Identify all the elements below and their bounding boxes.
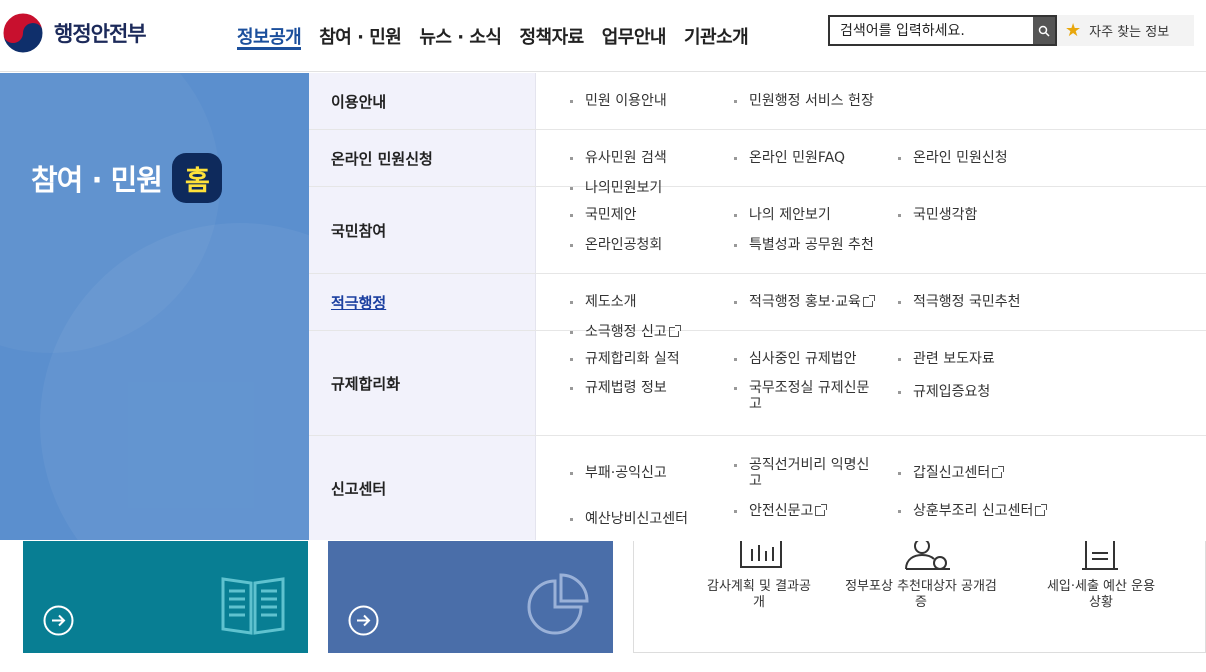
menu-link[interactable]: 민원행정 서비스 헌장 [734, 93, 934, 109]
award-person-icon [905, 541, 950, 570]
menu-items: 국민제안 나의 제안보기 국민생각함 온라인공청회 특별성과 공무원 추천 [536, 187, 1206, 273]
home-badge[interactable]: 홈 [171, 153, 222, 203]
menu-category[interactable]: 이용안내 [309, 73, 536, 129]
document-icon [1082, 541, 1118, 570]
menu-link[interactable]: 규제법령 정보 [570, 380, 734, 412]
pie-chart-icon [527, 573, 589, 635]
external-link-icon [815, 504, 828, 516]
site-header: 행정안전부 정보공개 참여 · 민원 뉴스 · 소식 정책자료 업무안내 기관소… [0, 0, 1206, 72]
menu-link[interactable]: 국무조정실 규제신문고 [734, 380, 879, 412]
nav-business[interactable]: 업무안내 [593, 0, 675, 72]
arrow-right-circle-icon [348, 605, 379, 636]
external-link-icon [1035, 504, 1048, 516]
menu-row: 온라인 민원신청 유사민원 검색 온라인 민원FAQ 온라인 민원신청 나의민원… [309, 130, 1206, 196]
star-icon: ★ [1065, 19, 1082, 41]
nav-about[interactable]: 기관소개 [675, 0, 757, 72]
favorites-button[interactable]: ★ 자주 찾는 정보 [1057, 15, 1194, 46]
search-icon [1038, 25, 1050, 37]
menu-link[interactable]: 온라인공청회 [570, 237, 734, 253]
menu-link[interactable]: 적극행정 국민추천 [898, 294, 1062, 310]
menu-category-active[interactable]: 적극행정 [309, 274, 536, 330]
menu-link[interactable]: 유사민원 검색 [570, 150, 734, 166]
menu-link[interactable]: 관련 보도자료 [898, 351, 1062, 367]
external-link-icon [862, 295, 875, 307]
menu-link[interactable]: 갑질신고센터 [898, 465, 1062, 489]
menu-link[interactable]: 규제입증요청 [898, 384, 1062, 412]
nav-participation[interactable]: 참여 · 민원 [310, 0, 410, 72]
mega-menu: 참여 · 민원 홈 이용안내 민원 이용안내 민원행정 서비스 헌장 온라인 민… [0, 73, 1206, 540]
menu-link[interactable]: 심사중인 규제법안 [734, 351, 898, 367]
menu-row: 신고센터 부패·공익신고 공직선거비리 익명신고 갑질신고센터 예산낭비신고센터… [309, 436, 1206, 540]
presentation-icon [740, 541, 782, 568]
menu-link[interactable]: 공직선거비리 익명신고 [734, 457, 879, 489]
menu-link[interactable]: 국민제안 [570, 207, 734, 223]
quick-link-label: 정부포상 추천대상자 공개검증 [845, 579, 997, 610]
menu-items: 규제합리화 실적 심사중인 규제법안 관련 보도자료 규제법령 정보 국무조정실… [536, 331, 1206, 435]
menu-items: 부패·공익신고 공직선거비리 익명신고 갑질신고센터 예산낭비신고센터 안전신문… [536, 436, 1206, 540]
menu-link[interactable]: 적극행정 홍보·교육 [734, 294, 898, 310]
mega-menu-links: 이용안내 민원 이용안내 민원행정 서비스 헌장 온라인 민원신청 유사민원 검… [309, 73, 1206, 540]
nav-info-disclosure[interactable]: 정보공개 [228, 0, 310, 72]
menu-link[interactable]: 국민생각함 [898, 207, 1062, 223]
menu-link[interactable]: 부패·공익신고 [570, 465, 734, 489]
quick-links: 감사계획 및 결과공개 정부포상 추천대상자 공개검증 세입·세출 예산 운용상… [633, 541, 1206, 653]
taegeuk-emblem-icon [2, 12, 44, 54]
mega-menu-title-text: 참여 · 민원 [31, 163, 163, 197]
menu-category[interactable]: 국민참여 [309, 187, 536, 273]
nav-news[interactable]: 뉴스 · 소식 [410, 0, 510, 72]
favorites-label: 자주 찾는 정보 [1089, 25, 1170, 40]
menu-row: 적극행정 제도소개 적극행정 홍보·교육 적극행정 국민추천 소극행정 신고 [309, 274, 1206, 340]
promo-card-pie-chart[interactable] [328, 541, 613, 653]
menu-link[interactable]: 온라인 민원FAQ [734, 150, 898, 166]
menu-link[interactable]: 온라인 민원신청 [898, 150, 1062, 166]
menu-link[interactable]: 규제합리화 실적 [570, 351, 734, 367]
nav-policy[interactable]: 정책자료 [511, 0, 593, 72]
menu-row: 규제합리화 규제합리화 실적 심사중인 규제법안 관련 보도자료 규제법령 정보… [309, 331, 1206, 436]
menu-link[interactable]: 제도소개 [570, 294, 734, 310]
menu-row: 국민참여 국민제안 나의 제안보기 국민생각함 온라인공청회 특별성과 공무원 … [309, 187, 1206, 274]
menu-category[interactable]: 온라인 민원신청 [309, 130, 536, 186]
logo-text: 행정안전부 [54, 22, 147, 46]
open-book-icon [221, 577, 285, 635]
menu-items: 제도소개 적극행정 홍보·교육 적극행정 국민추천 소극행정 신고 [536, 274, 1206, 340]
search-box [828, 15, 1057, 46]
mega-menu-title: 참여 · 민원 홈 [31, 153, 222, 203]
promo-card-open-book[interactable] [23, 541, 308, 653]
menu-link[interactable]: 안전신문고 [734, 503, 898, 527]
menu-row: 이용안내 민원 이용안내 민원행정 서비스 헌장 [309, 73, 1206, 130]
menu-category[interactable]: 신고센터 [309, 436, 536, 540]
search-button[interactable] [1033, 17, 1055, 44]
mega-menu-title-panel: 참여 · 민원 홈 [0, 73, 309, 540]
menu-category[interactable]: 규제합리화 [309, 331, 536, 435]
menu-items: 민원 이용안내 민원행정 서비스 헌장 [536, 73, 1206, 129]
menu-link[interactable]: 민원 이용안내 [570, 93, 734, 109]
menu-items: 유사민원 검색 온라인 민원FAQ 온라인 민원신청 나의민원보기 [536, 130, 1206, 196]
quick-link-label: 세입·세출 예산 운용상황 [1046, 579, 1156, 610]
menu-link[interactable]: 상훈부조리 신고센터 [898, 503, 1098, 527]
menu-link[interactable]: 특별성과 공무원 추천 [734, 237, 934, 253]
search-input[interactable] [830, 17, 1033, 44]
site-logo[interactable]: 행정안전부 [2, 12, 147, 54]
external-link-icon [992, 466, 1005, 478]
menu-link[interactable]: 예산낭비신고센터 [570, 511, 734, 527]
main-nav: 정보공개 참여 · 민원 뉴스 · 소식 정책자료 업무안내 기관소개 [228, 0, 757, 72]
menu-link[interactable]: 나의 제안보기 [734, 207, 898, 223]
arrow-right-circle-icon [43, 605, 74, 636]
